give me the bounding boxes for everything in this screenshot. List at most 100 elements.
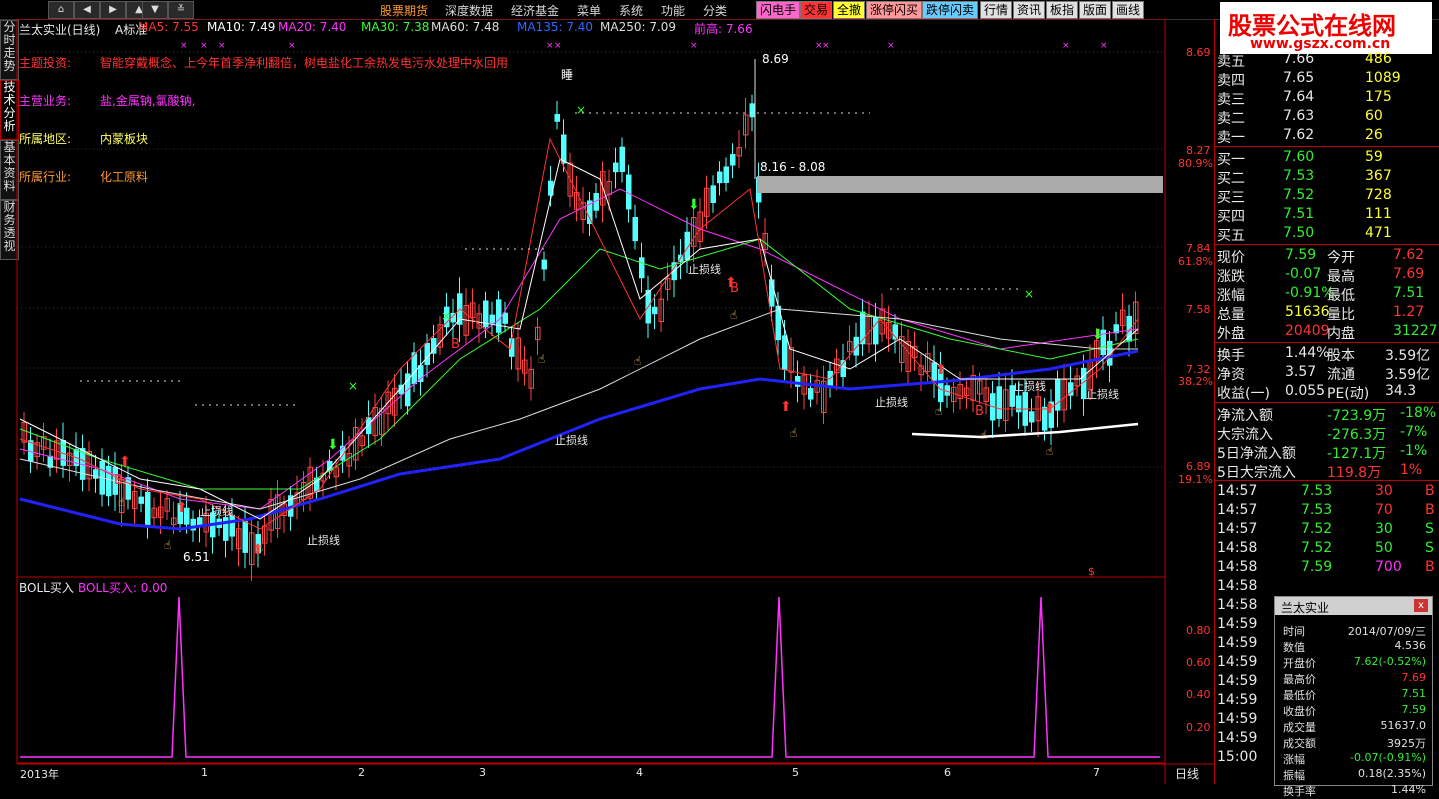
flow-key: 大宗流入 xyxy=(1217,427,1273,443)
home-icon[interactable]: ⌂ xyxy=(48,1,74,19)
forward-icon[interactable]: ▶ xyxy=(100,1,126,19)
date-tick-7: 7 xyxy=(1093,766,1100,779)
candle-body xyxy=(424,342,430,366)
hand-icon: ☝ xyxy=(730,308,737,322)
popup-key: 涨幅 xyxy=(1283,753,1305,766)
panel-separator xyxy=(1215,402,1439,403)
ma-label-0: MA5: 7.55 xyxy=(138,20,199,34)
toolbar-tab-8[interactable]: 版面 xyxy=(1079,1,1112,19)
cross-mark: × xyxy=(441,309,451,323)
stop-loss-label: 止损线 xyxy=(1013,380,1046,393)
popup-key: 时间 xyxy=(1283,625,1305,638)
sell-level-row: 卖三 7.64 175 xyxy=(1215,88,1438,108)
popup-key: 开盘价 xyxy=(1283,657,1316,670)
menu-depth-data[interactable]: 深度数据 xyxy=(445,2,493,19)
expand-icon[interactable]: ≚ xyxy=(168,1,194,19)
down-arrow-icon: ⬇ xyxy=(327,437,339,453)
ma-label-4: MA60: 7.48 xyxy=(431,20,500,34)
sell-level-label: 卖二 xyxy=(1217,111,1245,127)
hand-icon: ☝ xyxy=(634,354,641,368)
candle-body xyxy=(652,306,658,315)
candle-body xyxy=(782,335,788,370)
buy-level-price: 7.53 xyxy=(1283,168,1315,184)
top-x-mark: × xyxy=(288,41,296,51)
tick-time: 14:58 xyxy=(1217,578,1258,594)
dollar-icon: $ xyxy=(1088,565,1095,578)
sell-level-row: 卖五 7.66 486 xyxy=(1215,50,1438,70)
toolbar-tab-7[interactable]: 板指 xyxy=(1046,1,1079,19)
candle-body xyxy=(1055,379,1061,411)
menu-main[interactable]: 菜单 xyxy=(577,2,601,19)
hand-icon: ☝ xyxy=(256,540,263,554)
tick-side: B xyxy=(1425,559,1435,575)
toolbar-tab-0[interactable]: 闪电手 xyxy=(756,1,801,19)
flow-pct: -18% xyxy=(1400,405,1437,421)
price-tick-2: 7.84 xyxy=(1186,242,1211,255)
candle-body xyxy=(489,314,495,324)
toolbar-tab-2[interactable]: 全撤 xyxy=(833,1,866,19)
panel-separator xyxy=(1215,244,1439,245)
stat-value: 7.62 xyxy=(1393,247,1425,263)
menu-category[interactable]: 分类 xyxy=(703,2,727,19)
range-label: 8.16 - 8.08 xyxy=(760,160,826,174)
menu-economy-funds[interactable]: 经济基金 xyxy=(511,2,559,19)
ma-label-1: MA10: 7.49 xyxy=(207,20,276,34)
close-icon[interactable]: x xyxy=(1414,599,1428,612)
toolbar-tab-9[interactable]: 画线 xyxy=(1112,1,1145,19)
menu-function[interactable]: 功能 xyxy=(661,2,685,19)
ma-label-3: MA30: 7.38 xyxy=(361,20,430,34)
sell-level-price: 7.62 xyxy=(1283,127,1315,143)
stat-key: 量比 xyxy=(1327,307,1355,323)
toolbar-tab-3[interactable]: 涨停闪买 xyxy=(866,1,923,19)
flow-value: -723.9万 xyxy=(1327,408,1387,424)
up-arrow-icon: ⬆ xyxy=(780,399,792,415)
candle-body xyxy=(613,162,619,173)
down-icon[interactable]: ▼ xyxy=(142,1,168,19)
period-label[interactable]: 日线 xyxy=(1175,765,1199,782)
menu-stocks-futures[interactable]: 股票期货 xyxy=(380,2,428,19)
buy-signal-label: B xyxy=(114,473,123,488)
boll-line xyxy=(20,596,1160,758)
candle-body xyxy=(125,477,131,500)
buy-level-row: 买五 7.50 471 xyxy=(1215,224,1438,244)
candle-body xyxy=(996,386,1002,419)
panel-separator xyxy=(1215,480,1439,481)
toolbar-tab-1[interactable]: 交易 xyxy=(800,1,833,19)
tick-time: 14:59 xyxy=(1217,654,1258,670)
stat-key: 最高 xyxy=(1327,269,1355,285)
toolbar-tab-4[interactable]: 跌停闪卖 xyxy=(922,1,979,19)
buy-level-label: 买三 xyxy=(1217,190,1245,206)
stat-value: 7.51 xyxy=(1393,285,1425,301)
stat-value: 31227 xyxy=(1393,323,1438,339)
popup-value: 7.59 xyxy=(1401,703,1427,716)
menu-system[interactable]: 系统 xyxy=(619,2,643,19)
stat-key: 换手 xyxy=(1217,348,1245,364)
kline-chart[interactable]: ××××⬆⬆⬆⬆⬆⬆⬆⬇⬇⬇☝☝ ☝☝ ☝☝☝☝☝☝× × × × × × × × × × × ×$ xyxy=(0,19,1214,784)
stop-loss-label: 止损线 xyxy=(307,534,340,547)
tick-price: 7.53 xyxy=(1301,483,1333,499)
high-price-label: 8.69 xyxy=(762,52,789,66)
ma30-line xyxy=(19,238,1139,490)
tick-price: 7.52 xyxy=(1301,521,1333,537)
buy-signal-label: B xyxy=(975,404,984,419)
buy-level-label: 买五 xyxy=(1217,228,1245,244)
pct-tick-1: 61.8% xyxy=(1178,255,1213,268)
back-icon[interactable]: ◀ xyxy=(74,1,100,19)
toolbar-tab-5[interactable]: 行情 xyxy=(980,1,1013,19)
candle-body xyxy=(710,185,716,204)
stat-value: 3.59亿 xyxy=(1385,348,1431,364)
toolbar-tab-6[interactable]: 资讯 xyxy=(1013,1,1046,19)
flow-value: 119.8万 xyxy=(1327,465,1382,481)
candle-body xyxy=(717,171,723,184)
cross-mark: × xyxy=(576,103,586,117)
flow-row: 5日大宗流入 119.8万 1% xyxy=(1215,461,1438,481)
buy-level-label: 买二 xyxy=(1217,171,1245,187)
buy-level-label: 买四 xyxy=(1217,209,1245,225)
tick-row: 14:57 7.53 70 B xyxy=(1215,501,1438,520)
data-popup[interactable]: 兰太实业 x 时间 2014/07/09/三 数值 4.536 开盘价 7.62(-0.5… xyxy=(1274,596,1433,798)
popup-titlebar[interactable]: 兰太实业 x xyxy=(1275,597,1432,615)
price-tick-5: 6.89 xyxy=(1186,460,1211,473)
tick-time: 14:57 xyxy=(1217,502,1258,518)
stat-key: 流通 xyxy=(1327,367,1355,383)
tick-price: 7.53 xyxy=(1301,502,1333,518)
